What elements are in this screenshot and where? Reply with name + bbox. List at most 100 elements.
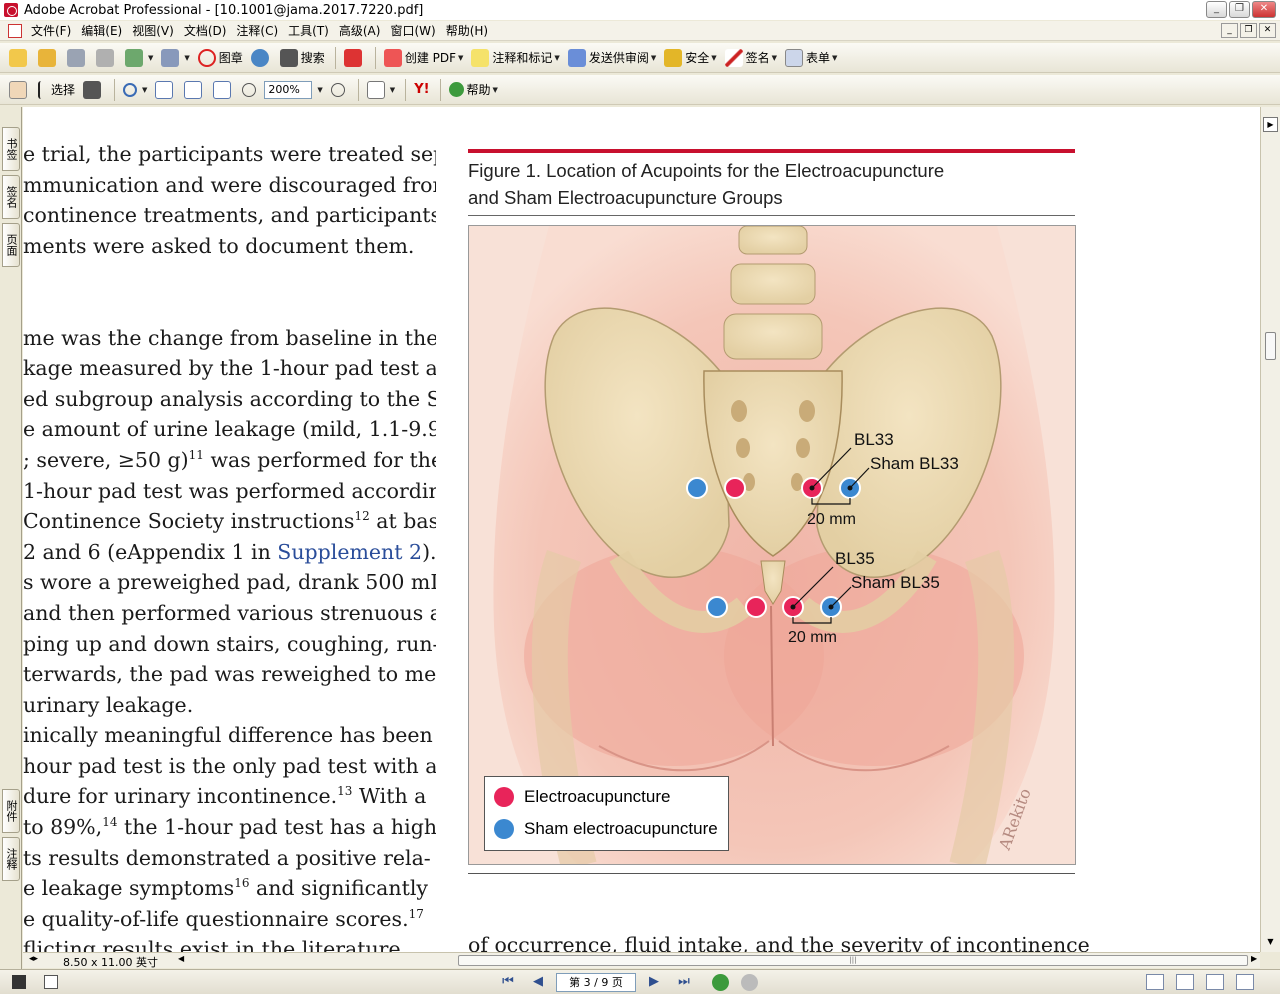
back-view-button[interactable] (712, 973, 729, 991)
comment-icon (471, 48, 490, 67)
yahoo-label: Y! (414, 82, 430, 97)
scroll-page-right-button[interactable]: ▶ (1263, 117, 1278, 132)
reference-superscript[interactable]: 14 (102, 815, 117, 829)
close-button[interactable]: ✕ (1252, 1, 1276, 18)
actual-size-button[interactable] (152, 78, 179, 102)
reference-superscript[interactable]: 12 (354, 509, 369, 523)
prev-page-button[interactable]: ◀ (528, 973, 548, 991)
web-button[interactable] (248, 46, 275, 70)
supplement-link[interactable]: Supplement 2 (277, 540, 422, 564)
fit-width-button[interactable] (210, 78, 237, 102)
reference-superscript[interactable]: 17 (409, 907, 424, 921)
snapshot-button[interactable] (80, 78, 107, 102)
menu-help[interactable]: 帮助(H) (441, 22, 493, 39)
text-line-content: e amount of urine leakage (mild, 1.1-9.9… (23, 417, 436, 442)
pen-icon (724, 48, 743, 67)
scroll-left-button[interactable]: ◀ (178, 954, 184, 963)
attach-button[interactable]: ▼ (158, 46, 192, 70)
menu-advanced[interactable]: 高级(A) (334, 22, 386, 39)
text-line-content: was performed for the pri- (210, 447, 436, 472)
text-line: ; severe, ≥50 g)11 was performed for the… (23, 445, 436, 476)
vertical-scrollbar[interactable]: ▶ ▼ (1260, 107, 1280, 952)
lock-icon (664, 48, 683, 67)
organizer-button[interactable] (35, 46, 62, 70)
zoom-tool-button[interactable]: ▼ (120, 78, 150, 102)
create-pdf-button[interactable]: 创建 PDF ▼ (381, 46, 467, 70)
layout-icon[interactable] (44, 975, 58, 989)
send-review-button[interactable]: 发送供审阅 ▼ (565, 46, 659, 70)
text-line: mmunication and were discouraged from (23, 170, 436, 201)
zoom-out-button[interactable] (239, 78, 262, 102)
tab-bookmarks[interactable]: 书签 (2, 127, 20, 171)
tab-comments[interactable]: 注释 (2, 837, 20, 881)
folder-open-icon (9, 48, 27, 67)
horizontal-scroll-thumb[interactable]: ||| (458, 955, 1248, 966)
restore-button[interactable]: ❐ (1229, 1, 1250, 18)
zoom-in-button[interactable] (328, 78, 351, 102)
text-cursor-icon (38, 80, 48, 99)
tab-attachments[interactable]: 附件 (2, 789, 20, 833)
open-button[interactable] (6, 46, 33, 70)
select-tool-button[interactable]: 选择 (35, 78, 78, 102)
forms-button[interactable]: 表单 ▼ (782, 46, 840, 70)
yahoo-button[interactable]: Y! (411, 78, 432, 102)
stamp-button[interactable]: 图章 (195, 46, 246, 70)
reference-superscript[interactable]: 13 (337, 784, 352, 798)
page-size-readout: 8.50 x 11.00 英寸 (63, 956, 158, 969)
horizontal-scrollbar[interactable]: ◂▸ 8.50 x 11.00 英寸 ◀ ||| ▶ (23, 952, 1260, 969)
single-page-view-button[interactable] (1146, 974, 1164, 990)
minimize-button[interactable]: _ (1206, 1, 1227, 18)
hand-tool-button[interactable] (6, 78, 33, 102)
scroll-down-button[interactable]: ▼ (1263, 935, 1278, 950)
menu-view[interactable]: 视图(V) (127, 22, 179, 39)
window-title: Adobe Acrobat Professional - [10.1001@ja… (24, 2, 424, 18)
menu-tools[interactable]: 工具(T) (283, 22, 334, 39)
doc-close-button[interactable]: ✕ (1259, 23, 1276, 38)
sign-button[interactable]: 签名 ▼ (722, 46, 780, 70)
forward-view-button[interactable] (741, 973, 758, 991)
split-handle-icon[interactable]: ◂▸ (29, 954, 38, 964)
rotate-button[interactable]: ▼ (364, 78, 398, 102)
menu-window[interactable]: 窗口(W) (385, 22, 440, 39)
security-dialog-button[interactable] (341, 46, 368, 70)
vertical-scroll-thumb[interactable] (1265, 332, 1276, 360)
panel-toggle-icon[interactable] (12, 975, 26, 989)
zoom-input[interactable]: 200% (264, 80, 313, 99)
menu-comments[interactable]: 注释(C) (231, 22, 283, 39)
continuous-facing-view-button[interactable] (1236, 974, 1254, 990)
menu-file[interactable]: 文件(F) (26, 22, 76, 39)
search-button[interactable]: 搜索 (277, 46, 328, 70)
doc-minimize-button[interactable]: _ (1221, 23, 1238, 38)
sign-label: 签名 (745, 51, 770, 65)
first-page-button[interactable]: ⏮ (498, 973, 518, 991)
fit-page-button[interactable] (181, 78, 208, 102)
continuous-view-button[interactable] (1176, 974, 1194, 990)
comment-markup-button[interactable]: 注释和标记 ▼ (468, 46, 562, 70)
menu-document[interactable]: 文档(D) (179, 22, 232, 39)
security-button[interactable]: 安全 ▼ (661, 46, 719, 70)
help-button[interactable]: 帮助 ▼ (446, 78, 501, 102)
print-button[interactable] (93, 46, 120, 70)
email-button[interactable]: ▼ (122, 46, 156, 70)
rotate-icon (366, 80, 385, 99)
reference-superscript[interactable]: 11 (189, 448, 204, 462)
figure-legend: Electroacupuncture Sham electroacupunctu… (484, 776, 729, 851)
menu-edit[interactable]: 编辑(E) (76, 22, 127, 39)
document-view[interactable]: e trial, the participants were treated s… (23, 107, 1260, 952)
text-line-content: ping up and down stairs, coughing, run- (23, 631, 436, 656)
facing-view-button[interactable] (1206, 974, 1224, 990)
last-page-button[interactable]: ⏭ (674, 973, 694, 991)
tab-pages[interactable]: 页面 (2, 223, 20, 267)
tab-signatures[interactable]: 签名 (2, 175, 20, 219)
doc-restore-button[interactable]: ❐ (1240, 23, 1257, 38)
pdf-doc-icon[interactable] (8, 23, 22, 38)
acupoint-figure: BL33 Sham BL33 20 mm BL35 Sham BL35 20 m… (468, 225, 1076, 865)
zoom-dropdown[interactable]: ▼ (312, 78, 325, 102)
save-button[interactable] (64, 46, 91, 70)
text-line-content: s wore a preweighed pad, drank 500 mL (23, 570, 436, 595)
scroll-right-button[interactable]: ▶ (1251, 954, 1257, 963)
sham-point-left-lower (706, 596, 728, 618)
page-number-field[interactable]: 第 3 / 9 页 (556, 972, 636, 992)
reference-superscript[interactable]: 16 (234, 876, 249, 890)
next-page-button[interactable]: ▶ (644, 973, 664, 991)
